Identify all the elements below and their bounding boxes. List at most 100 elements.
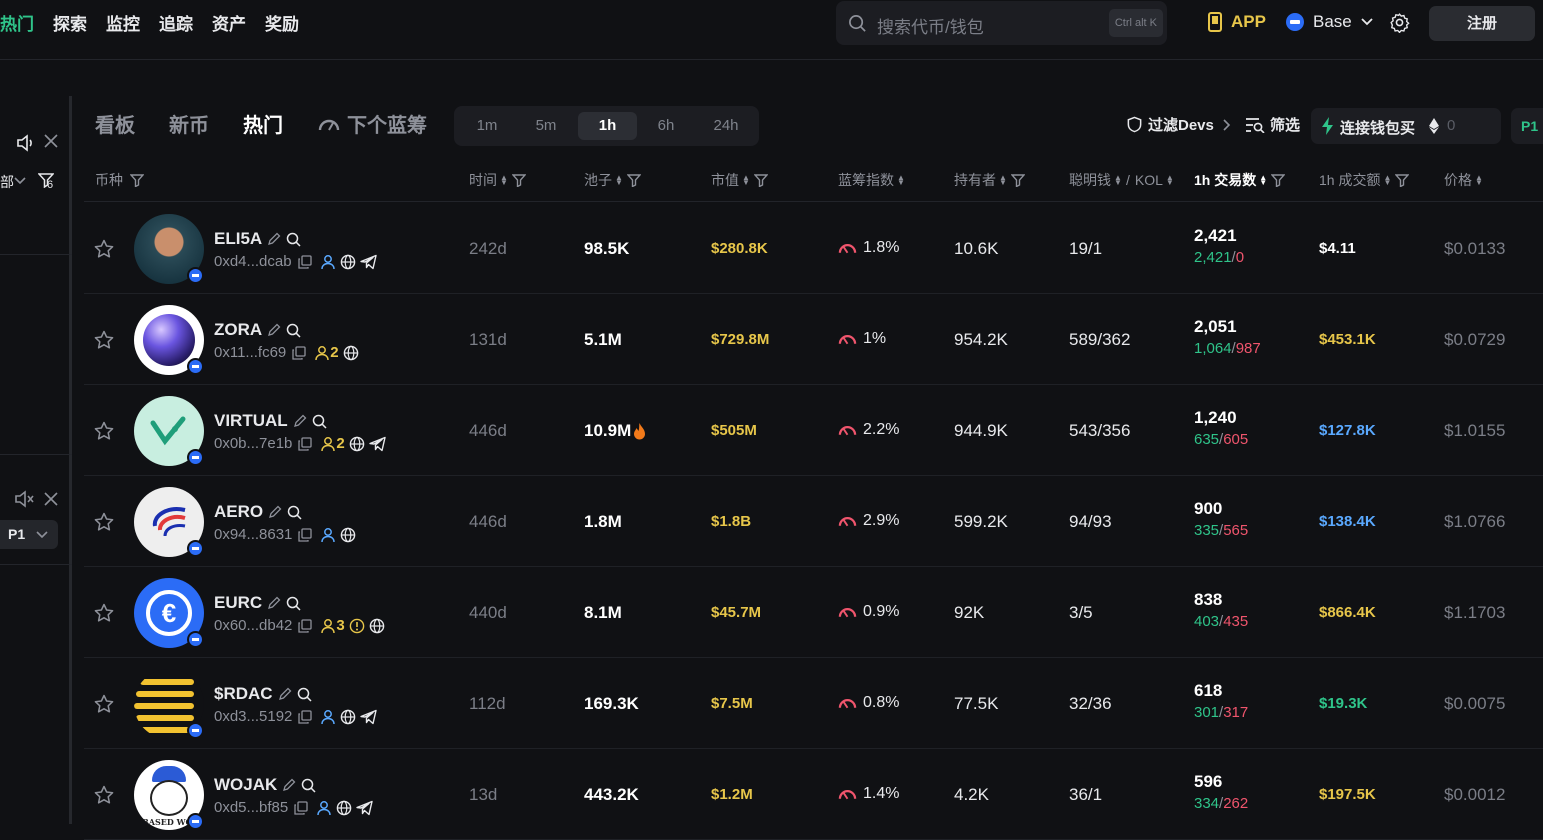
col-holders[interactable]: 持有者 ▲ ▼ xyxy=(954,170,1025,190)
copy-icon[interactable] xyxy=(292,345,306,360)
mute-icon[interactable] xyxy=(14,490,34,508)
edit-icon[interactable] xyxy=(293,414,307,428)
token-name[interactable]: WOJAK xyxy=(214,775,316,795)
filter-icon[interactable] xyxy=(1271,173,1286,187)
timeframe-5m[interactable]: 5m xyxy=(518,112,574,140)
user-icon[interactable] xyxy=(320,709,336,725)
register-button[interactable]: 注册 xyxy=(1429,6,1535,41)
holders-count[interactable]: 2 xyxy=(320,435,345,452)
copy-icon[interactable] xyxy=(298,709,313,724)
copy-icon[interactable] xyxy=(298,618,313,633)
table-row[interactable]: VIRTUAL 0x0b...7e1b 2 446d 10.9M $505M 2.2% 944… xyxy=(84,385,1543,476)
copy-icon[interactable] xyxy=(297,254,312,269)
globe-icon[interactable] xyxy=(340,709,356,725)
filter-icon[interactable] xyxy=(754,173,768,187)
search-icon[interactable] xyxy=(287,505,302,520)
globe-icon[interactable] xyxy=(349,436,365,452)
table-row[interactable]: BASED WOJAK WOJAK 0xd5...bf85 13d 443.2K $1.2… xyxy=(84,749,1543,840)
token-name[interactable]: EURC xyxy=(214,593,301,613)
copy-icon[interactable] xyxy=(298,527,313,542)
tab-dashboard[interactable]: 看板 xyxy=(95,109,135,138)
tab-new-coins[interactable]: 新币 xyxy=(169,109,209,138)
table-row[interactable]: ZORA 0x11...fc69 2 131d 5.1M $729.8M 1% 954.2K 5… xyxy=(84,294,1543,385)
telegram-icon[interactable] xyxy=(369,436,386,452)
token-name[interactable]: ZORA xyxy=(214,320,301,340)
search-icon[interactable] xyxy=(301,778,316,793)
globe-icon[interactable] xyxy=(369,618,385,634)
col-time[interactable]: 时间 ▲ ▼ xyxy=(469,170,526,190)
edit-icon[interactable] xyxy=(267,323,281,337)
nav-rewards[interactable]: 奖励 xyxy=(265,10,299,35)
col-bluechip[interactable]: 蓝筹指数 ▲ ▼ xyxy=(838,170,905,190)
token-name[interactable]: VIRTUAL xyxy=(214,411,327,431)
search-icon[interactable] xyxy=(286,596,301,611)
nav-track[interactable]: 追踪 xyxy=(159,10,193,35)
user-icon[interactable] xyxy=(320,527,336,543)
col-price[interactable]: 价格 ▲ ▼ xyxy=(1444,170,1483,190)
globe-icon[interactable] xyxy=(336,800,352,816)
nav-monitor[interactable]: 监控 xyxy=(106,10,140,35)
connect-wallet-buy-button[interactable]: 连接钱包买 0 xyxy=(1311,108,1501,144)
col-tx[interactable]: 1h 交易数 ▲ ▼ xyxy=(1194,170,1286,190)
close-icon[interactable] xyxy=(44,492,58,506)
timeframe-6h[interactable]: 6h xyxy=(638,112,694,140)
star-icon[interactable] xyxy=(94,512,114,532)
close-icon[interactable] xyxy=(44,134,58,148)
col-volume[interactable]: 1h 成交额 ▲ ▼ xyxy=(1319,170,1410,190)
token-name[interactable]: AERO xyxy=(214,502,302,522)
user-icon[interactable] xyxy=(320,254,336,270)
telegram-icon[interactable] xyxy=(356,800,373,816)
preset-p1[interactable]: P1 xyxy=(1511,108,1543,144)
star-icon[interactable] xyxy=(94,330,114,350)
copy-icon[interactable] xyxy=(294,800,308,815)
nav-explore[interactable]: 探索 xyxy=(53,10,87,35)
telegram-icon[interactable] xyxy=(360,709,378,725)
holders-count[interactable]: 2 xyxy=(314,344,339,361)
warn-icon[interactable] xyxy=(349,618,365,634)
tab-hot[interactable]: 热门 xyxy=(243,109,283,138)
timeframe-1m[interactable]: 1m xyxy=(459,112,515,140)
tab-next-bluechip[interactable]: 下个蓝筹 xyxy=(317,109,427,138)
edit-icon[interactable] xyxy=(267,596,281,610)
chain-selector[interactable]: Base xyxy=(1286,12,1374,32)
filter-icon[interactable] xyxy=(627,173,641,187)
table-row[interactable]: AERO 0x94...8631 446d 1.8M $1.8B 2.9% 599.2K 94… xyxy=(84,476,1543,567)
edit-icon[interactable] xyxy=(267,232,281,246)
speaker-icon[interactable] xyxy=(16,134,36,152)
user-icon[interactable] xyxy=(316,800,332,816)
table-row[interactable]: ELI5A 0xd4...dcab 242d 98.5K $280.8K 1.8% 10.6… xyxy=(84,203,1543,294)
star-icon[interactable] xyxy=(94,239,114,259)
edit-icon[interactable] xyxy=(282,778,296,792)
search-input[interactable]: 搜索代币/钱包 Ctrl alt K xyxy=(836,1,1167,45)
timeframe-24h[interactable]: 24h xyxy=(698,112,754,140)
screen-button[interactable]: 筛选 xyxy=(1245,114,1300,135)
copy-icon[interactable] xyxy=(298,436,313,451)
star-icon[interactable] xyxy=(94,421,114,441)
table-row[interactable]: $RDAC 0xd3...5192 112d 169.3K $7.5M 0.8% 77.5K… xyxy=(84,658,1543,749)
globe-icon[interactable] xyxy=(340,254,356,270)
nav-assets[interactable]: 资产 xyxy=(212,10,246,35)
app-download-button[interactable]: APP xyxy=(1208,12,1266,32)
star-icon[interactable] xyxy=(94,603,114,623)
token-name[interactable]: $RDAC xyxy=(214,684,312,704)
star-icon[interactable] xyxy=(94,694,114,714)
table-row[interactable]: € EURC 0x60...db42 3 440d 8.1M $45.7M 0.9% 92K 3/… xyxy=(84,567,1543,658)
filter-icon[interactable] xyxy=(512,173,526,187)
col-mcap[interactable]: 市值 ▲ ▼ xyxy=(711,170,768,190)
token-name[interactable]: ELI5A xyxy=(214,229,301,249)
col-pool[interactable]: 池子 ▲ ▼ xyxy=(584,170,641,190)
timeframe-1h[interactable]: 1h xyxy=(578,112,637,140)
search-icon[interactable] xyxy=(297,687,312,702)
edit-icon[interactable] xyxy=(278,687,292,701)
globe-icon[interactable] xyxy=(343,345,359,361)
search-icon[interactable] xyxy=(312,414,327,429)
gear-icon[interactable] xyxy=(1389,12,1410,33)
filter-icon[interactable] xyxy=(1011,173,1025,187)
page-selector[interactable]: P1 xyxy=(0,520,58,549)
star-icon[interactable] xyxy=(94,785,114,805)
chevron-down-icon[interactable] xyxy=(14,176,26,185)
col-smart[interactable]: 聪明钱 ▲ ▼ / KOL ▲ ▼ xyxy=(1069,170,1174,190)
nav-hot[interactable]: 热门 xyxy=(0,10,34,35)
filter-icon[interactable] xyxy=(1395,173,1410,187)
globe-icon[interactable] xyxy=(340,527,356,543)
